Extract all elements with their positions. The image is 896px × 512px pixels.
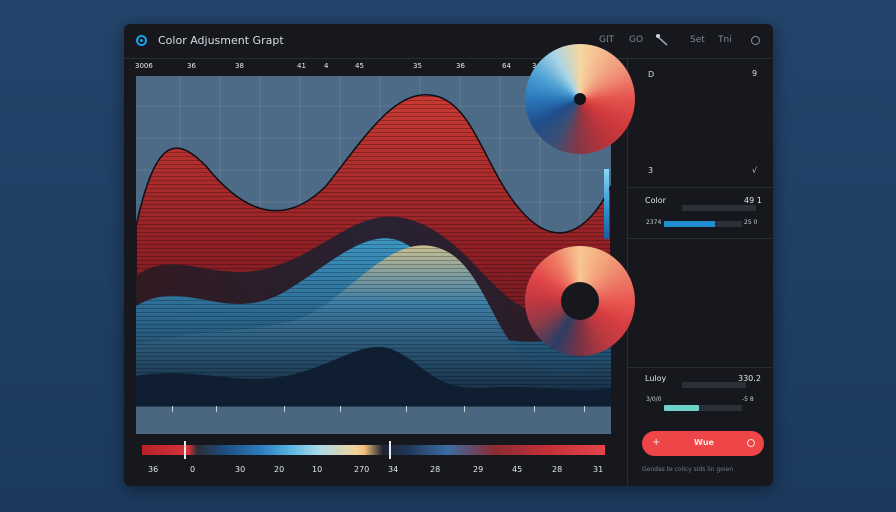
- settings-icon: [747, 439, 755, 447]
- top-tick: 41: [297, 62, 306, 70]
- luloy-slider-fill: [664, 405, 700, 411]
- apply-button[interactable]: + Wue: [642, 431, 764, 456]
- apply-button-label: Wue: [694, 438, 714, 447]
- top-tick: 3006: [135, 62, 153, 70]
- magic-wand-icon[interactable]: [655, 33, 669, 47]
- bottom-tick: 30: [235, 465, 246, 474]
- bottom-tick: 29: [473, 465, 484, 474]
- bottom-tick: 34: [388, 465, 399, 474]
- section-divider: [627, 187, 773, 188]
- bottom-tick: 0: [190, 465, 196, 474]
- circle-icon[interactable]: [751, 36, 760, 45]
- color-label: Color: [645, 196, 666, 205]
- gradient-stop-handle[interactable]: [389, 441, 391, 459]
- footnote-text: Gendas te colicy sids lin goien: [642, 466, 733, 473]
- wheel-corner-label: 9: [752, 69, 758, 78]
- strip-tick: [406, 406, 407, 412]
- bottom-tick: 45: [512, 465, 523, 474]
- top-tick: 35: [413, 62, 422, 70]
- top-tick: 36: [187, 62, 196, 70]
- toolbar-item-tni[interactable]: Tni: [718, 35, 732, 45]
- strip-tick: [340, 406, 341, 412]
- bottom-tick: 20: [274, 465, 285, 474]
- strip-tick: [534, 406, 535, 412]
- top-tick: 45: [355, 62, 364, 70]
- toolbar-item-set[interactable]: Set: [690, 35, 705, 45]
- section-divider: [627, 367, 773, 368]
- luloy-top-track: [682, 382, 746, 388]
- value-indicator-bar: [604, 169, 609, 239]
- color-top-track: [682, 205, 756, 211]
- top-tick: 4: [324, 62, 329, 70]
- bottom-tick: 31: [593, 465, 604, 474]
- titlebar-divider: [124, 58, 773, 59]
- color-wheel[interactable]: [525, 44, 635, 154]
- window-title: Color Adjusment Grapt: [158, 34, 284, 47]
- color-slider[interactable]: [664, 221, 742, 227]
- luloy-slider[interactable]: [664, 405, 742, 411]
- bottom-tick: 28: [552, 465, 563, 474]
- toolbar-item-go[interactable]: GO: [629, 35, 643, 45]
- top-tick: 64: [502, 62, 511, 70]
- top-tick: 36: [456, 62, 465, 70]
- top-tick: 38: [235, 62, 244, 70]
- color-sub-left: 2374: [646, 219, 662, 226]
- strip-tick: [284, 406, 285, 412]
- luloy-label: Luloy: [645, 374, 667, 383]
- gradient-stop-handle[interactable]: [184, 441, 186, 459]
- plus-icon: +: [652, 437, 661, 448]
- timeline-strip[interactable]: [136, 406, 611, 434]
- toolbar-item-git[interactable]: GIT: [599, 35, 614, 45]
- strip-tick: [584, 406, 585, 412]
- bottom-tick: 10: [312, 465, 323, 474]
- color-value: 49 1: [744, 196, 762, 205]
- bottom-tick: 28: [430, 465, 441, 474]
- luloy-sub-left: 3/0/0: [646, 396, 662, 403]
- strip-tick: [464, 406, 465, 412]
- hue-ring[interactable]: [525, 246, 635, 356]
- color-slider-fill: [664, 221, 715, 227]
- strip-tick: [216, 406, 217, 412]
- strip-tick: [172, 406, 173, 412]
- bottom-tick: 36: [148, 465, 159, 474]
- target-ring-icon[interactable]: [136, 35, 147, 46]
- color-sub-right: 25 0: [744, 219, 758, 226]
- luloy-sub-right: -5 8: [742, 396, 754, 403]
- app-window: Color Adjusment Grapt GIT GO Set Tni 300…: [124, 24, 773, 486]
- title-bar: Color Adjusment Grapt GIT GO Set Tni: [124, 24, 773, 58]
- color-gradient-bar[interactable]: [142, 445, 605, 455]
- wheel-corner-label: √: [752, 166, 758, 175]
- wheel-corner-label: 3: [648, 166, 654, 175]
- wheel-corner-label: D: [648, 70, 655, 79]
- bottom-tick: 270: [354, 465, 370, 474]
- section-divider: [627, 238, 773, 239]
